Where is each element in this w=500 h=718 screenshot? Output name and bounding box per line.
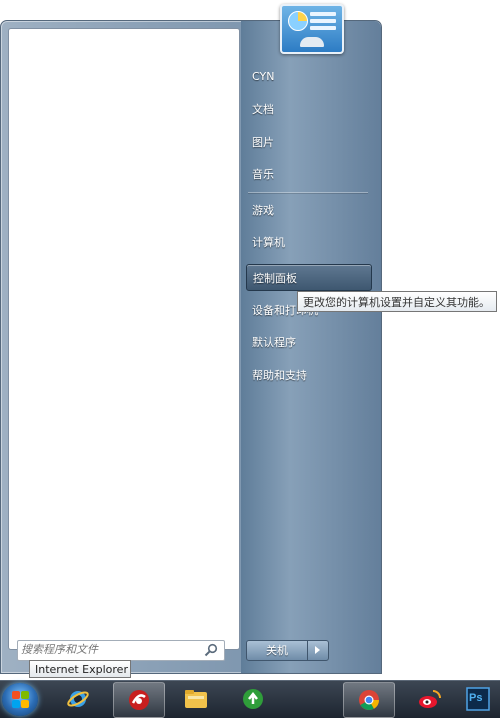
menu-item-computer[interactable]: 计算机 (246, 229, 372, 256)
windows-logo-icon (12, 700, 20, 708)
windows-logo-icon (12, 691, 20, 699)
menu-item-games[interactable]: 游戏 (246, 197, 372, 224)
line-icon (310, 12, 336, 16)
search-box[interactable] (17, 640, 225, 661)
taskbar-tooltip: Internet Explorer (29, 660, 131, 678)
menu-item-help-support[interactable]: 帮助和支持 (246, 362, 372, 389)
menu-item-documents[interactable]: 文档 (246, 96, 372, 123)
shutdown-options-button[interactable] (307, 640, 329, 661)
chart-pie-icon (288, 11, 308, 31)
taskbar-item-file-explorer[interactable] (170, 682, 220, 716)
menu-item-music[interactable]: 音乐 (246, 161, 372, 188)
windows-logo-icon (21, 700, 29, 708)
search-icon[interactable] (204, 643, 218, 657)
programs-list (8, 28, 240, 650)
control-panel-tooltip: 更改您的计算机设置并自定义其功能。 (297, 291, 497, 312)
taskbar-item-update-app[interactable] (228, 682, 278, 716)
search-input[interactable] (21, 641, 196, 658)
taskbar-item-app-red[interactable] (113, 682, 165, 718)
green-arrow-icon (243, 689, 263, 709)
start-button[interactable] (2, 683, 38, 716)
taskbar-item-photoshop[interactable]: Ps (460, 682, 498, 716)
menu-item-pictures[interactable]: 图片 (246, 129, 372, 156)
menu-item-user[interactable]: CYN (246, 63, 372, 90)
line-icon (310, 19, 336, 23)
taskbar-item-weibo[interactable] (404, 682, 454, 716)
menu-separator (248, 192, 368, 193)
chrome-icon (359, 690, 380, 711)
chevron-right-icon (315, 646, 320, 654)
ps-icon-label: Ps (469, 692, 483, 704)
weibo-icon (419, 690, 441, 708)
taskbar-item-internet-explorer[interactable] (53, 682, 103, 716)
menu-item-default-programs[interactable]: 默认程序 (246, 329, 372, 356)
line-icon (310, 26, 336, 30)
shutdown-button[interactable]: 关机 (246, 640, 308, 661)
windows-logo-icon (21, 691, 29, 699)
user-picture-icon[interactable] (280, 4, 344, 54)
folder-icon (185, 690, 207, 708)
menu-item-control-panel[interactable]: 控制面板 (246, 264, 372, 291)
red-swirl-icon (129, 690, 149, 710)
gauge-icon (300, 37, 324, 47)
taskbar-item-chrome[interactable] (343, 682, 395, 718)
ie-icon (67, 691, 89, 707)
